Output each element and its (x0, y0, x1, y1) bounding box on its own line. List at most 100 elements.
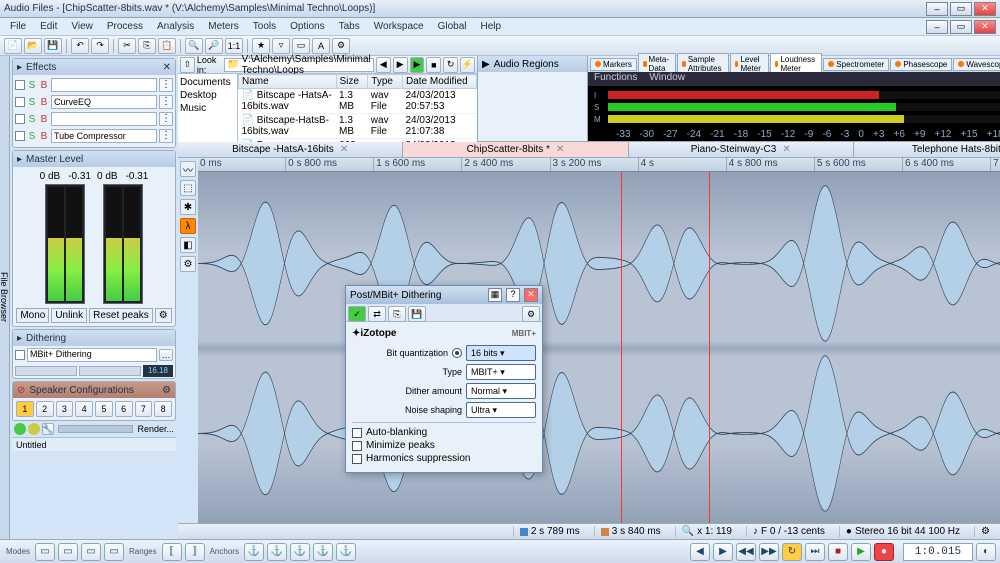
speaker-5[interactable]: 5 (95, 401, 113, 417)
radio-button[interactable] (452, 348, 462, 358)
analyzer-tab[interactable]: Phasescope (890, 58, 952, 71)
history-back[interactable]: ◀ (376, 57, 391, 73)
path-field[interactable]: 📁V:\Alchemy\Samples\Minimal Techno\Loops (224, 58, 374, 72)
speaker-8[interactable]: 8 (154, 401, 172, 417)
tree-desktop[interactable]: Desktop (180, 89, 235, 102)
stop-button[interactable]: ■ (828, 543, 848, 561)
tool-star[interactable]: ★ (252, 38, 270, 54)
dialog-compare-button[interactable]: ⇄ (368, 306, 386, 322)
render-label[interactable]: Render... (137, 424, 174, 434)
anchor-2[interactable]: ⚓ (267, 543, 287, 561)
skip-button[interactable]: ⏭ (805, 543, 825, 561)
settings-button[interactable]: ⚙ (155, 308, 172, 323)
reset-peaks-button[interactable]: Reset peaks (89, 308, 153, 323)
wave-tool-rss[interactable]: λ (180, 218, 196, 234)
tab-close-icon[interactable]: ✕ (340, 144, 348, 155)
param-dropdown[interactable]: Ultra ▾ (466, 402, 536, 418)
play-button[interactable]: ▶ (851, 543, 871, 561)
document-tab[interactable]: Piano-Steinway-C3✕ (629, 142, 854, 157)
speaker-1[interactable]: 1 (16, 401, 34, 417)
wave-tool-wave[interactable]: 〰 (180, 161, 196, 177)
menu-tabs[interactable]: Tabs (333, 19, 366, 34)
tool-copy[interactable]: ⎘ (138, 38, 156, 54)
col-size[interactable]: Size (336, 75, 368, 89)
wave-tool-link[interactable]: ✱ (180, 199, 196, 215)
tool-undo[interactable]: ↶ (71, 38, 89, 54)
autoplay-button[interactable]: ⚡ (460, 57, 475, 73)
doc-minimize-button[interactable]: – (926, 20, 948, 34)
collapse-icon[interactable]: ▸ (17, 333, 22, 344)
dither-plugin-dropdown[interactable]: MBit+ Dithering (27, 348, 157, 362)
tree-documents[interactable]: Documents (180, 76, 235, 89)
speaker-2[interactable]: 2 (36, 401, 54, 417)
doc-maximize-button[interactable]: ▭ (950, 20, 972, 34)
prev-marker-button[interactable]: ◀ (690, 543, 710, 561)
folder-up-button[interactable]: ⇧ (180, 57, 195, 73)
range-2[interactable]: ⟧ (185, 543, 205, 561)
next-marker-button[interactable]: ▶ (713, 543, 733, 561)
fx-menu-button[interactable]: ⋮ (159, 112, 173, 126)
tool-gear[interactable]: ⚙ (332, 38, 350, 54)
timecode-display[interactable]: 1:0.015 (903, 543, 973, 561)
tool-marker[interactable]: ▿ (272, 38, 290, 54)
anchor-5[interactable]: ⚓ (336, 543, 356, 561)
noise-slider[interactable] (15, 366, 77, 376)
anchor-3[interactable]: ⚓ (290, 543, 310, 561)
fx-slot[interactable]: CurveEQ (51, 95, 157, 109)
anchor-1[interactable]: ⚓ (244, 543, 264, 561)
fx-enable-checkbox[interactable] (15, 114, 25, 124)
unlink-button[interactable]: Unlink (51, 308, 87, 323)
jog-button[interactable]: ◐ (976, 543, 996, 561)
dialog-preset-button[interactable]: ▦ (488, 288, 502, 302)
mode-1[interactable]: ▭ (35, 543, 55, 561)
fx-enable-checkbox[interactable] (15, 97, 25, 107)
loop-button[interactable]: ↻ (782, 543, 802, 561)
fx-enable-checkbox[interactable] (15, 80, 25, 90)
dialog-close-button[interactable]: ✕ (524, 288, 538, 302)
param-dropdown[interactable]: Normal ▾ (466, 383, 536, 399)
analyzer-tab[interactable]: Markers (590, 58, 637, 71)
document-tab[interactable]: ChipScatter-8bits *✕ (403, 142, 628, 157)
document-tab[interactable]: Telephone Hats-8bits✕ (854, 142, 1000, 157)
config-button[interactable]: ⚙ (162, 385, 171, 396)
tool-save[interactable]: 💾 (44, 38, 62, 54)
wave-tool-marker[interactable]: ◧ (180, 237, 196, 253)
status-tool-icon[interactable]: ⚙ (974, 526, 996, 537)
tool-open[interactable]: 📂 (24, 38, 42, 54)
dither-edit-button[interactable]: … (159, 349, 173, 361)
tool-new[interactable]: 📄 (4, 38, 22, 54)
wave-tool-select[interactable]: ⬚ (180, 180, 196, 196)
record-button[interactable]: ● (874, 543, 894, 561)
fx-menu-button[interactable]: ⋮ (159, 78, 173, 92)
window-menu[interactable]: Window (649, 72, 685, 86)
mode-3[interactable]: ▭ (81, 543, 101, 561)
tool-select[interactable]: ▭ (292, 38, 310, 54)
tab-close-icon[interactable]: ✕ (556, 144, 564, 155)
speaker-7[interactable]: 7 (135, 401, 153, 417)
menu-view[interactable]: View (65, 19, 99, 34)
mono-button[interactable]: Mono (16, 308, 49, 323)
file-row[interactable]: 📄 Bitscape -HatsA-16bits.wav1.3 MBwav Fi… (239, 89, 477, 114)
dialog-help-button[interactable]: ? (506, 288, 520, 302)
play-icon[interactable]: ▶ (482, 59, 490, 70)
speaker-4[interactable]: 4 (75, 401, 93, 417)
close-button[interactable]: ✕ (974, 2, 996, 16)
fx-slot[interactable] (51, 78, 157, 92)
fx-menu-button[interactable]: ⋮ (159, 129, 173, 143)
menu-tools[interactable]: Tools (247, 19, 282, 34)
menu-global[interactable]: Global (432, 19, 473, 34)
menu-edit[interactable]: Edit (34, 19, 63, 34)
range-1[interactable]: ⟦ (162, 543, 182, 561)
option-checkbox[interactable] (352, 428, 362, 438)
tool-a[interactable]: A (312, 38, 330, 54)
col-name[interactable]: Name (239, 75, 337, 89)
forward-button[interactable]: ▶▶ (759, 543, 779, 561)
menu-file[interactable]: File (4, 19, 32, 34)
col-type[interactable]: Type (368, 75, 403, 89)
option-checkbox[interactable] (352, 441, 362, 451)
menu-options[interactable]: Options (284, 19, 330, 34)
collapse-icon[interactable]: ▸ (17, 154, 22, 165)
shaping-slider[interactable] (79, 366, 141, 376)
document-tab[interactable]: Bitscape -HatsA-16bits✕ (178, 142, 403, 157)
tool-redo[interactable]: ↷ (91, 38, 109, 54)
